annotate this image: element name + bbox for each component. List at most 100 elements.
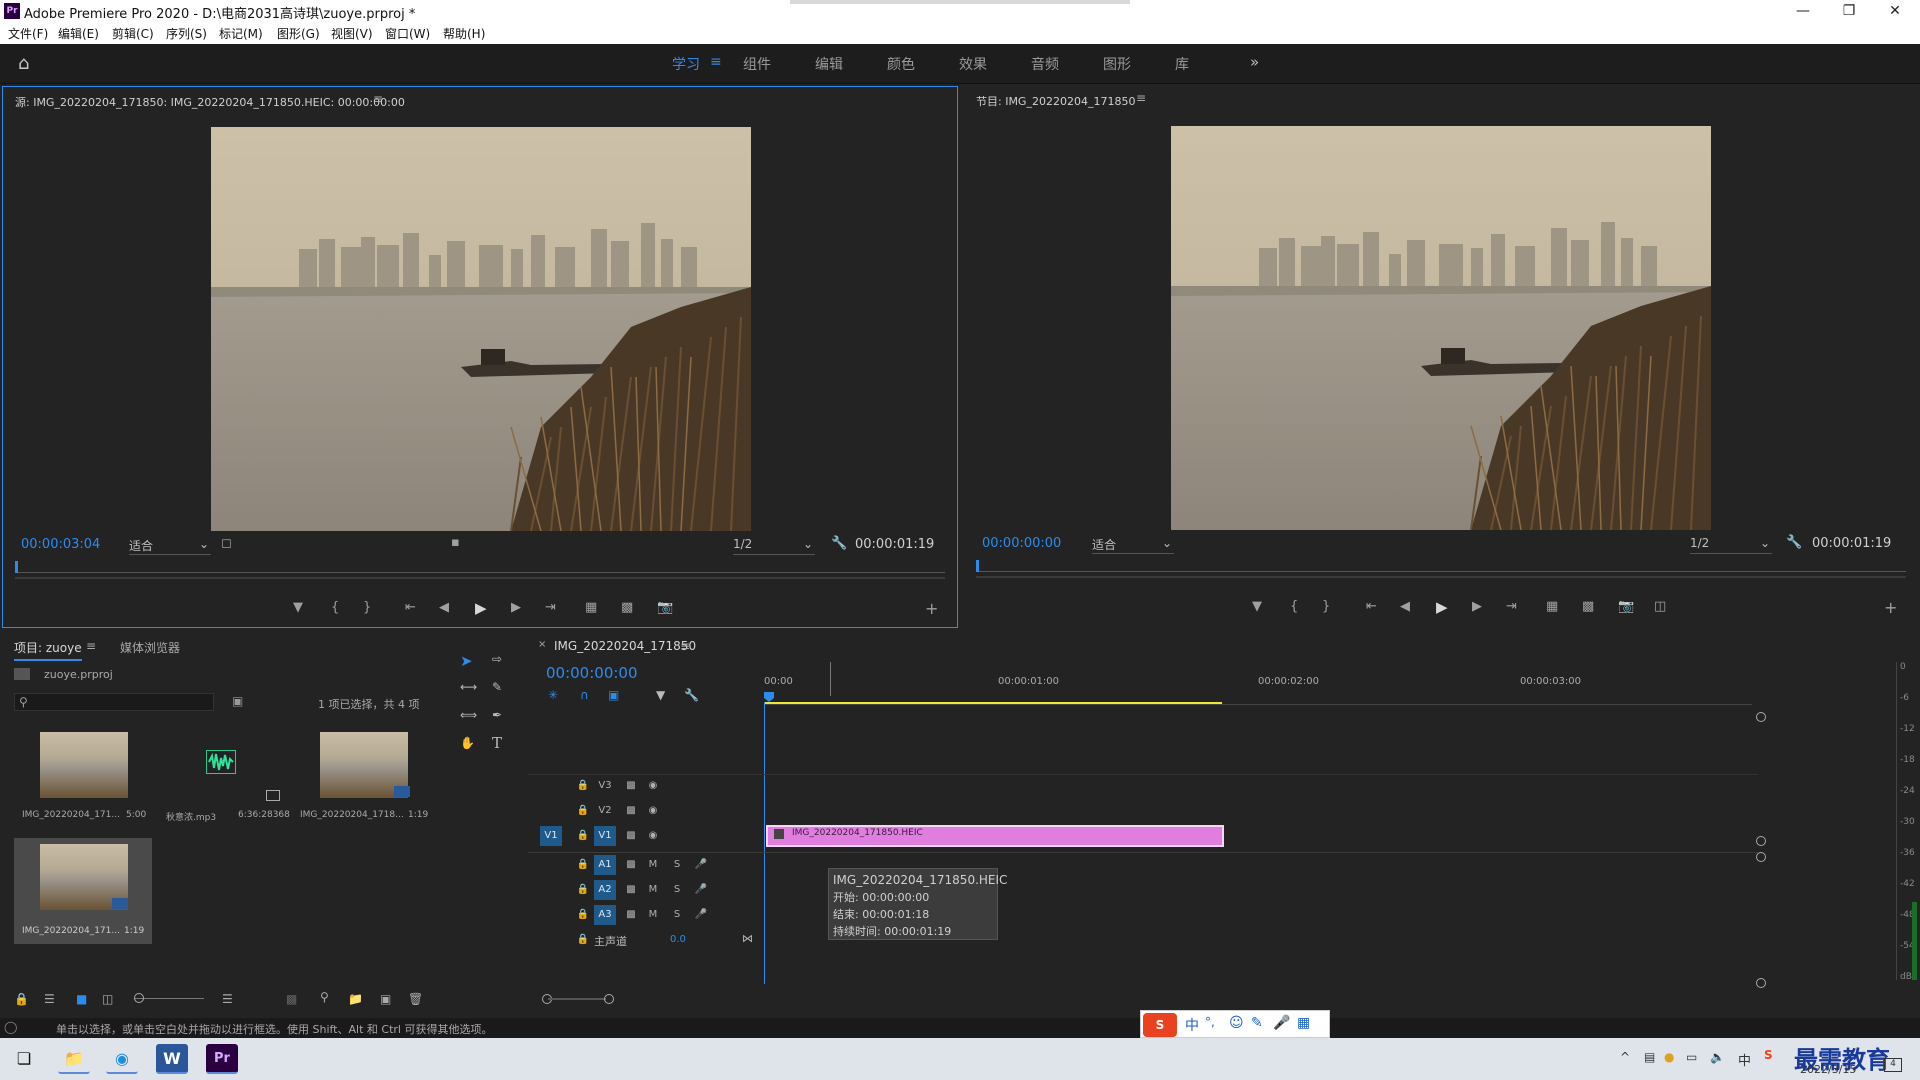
step-forward-icon[interactable]: ▶ xyxy=(1472,599,1482,614)
track-select-tool-icon[interactable]: ⇨ xyxy=(492,652,502,666)
add-marker-icon[interactable]: ▼ xyxy=(656,688,665,702)
mark-in-icon[interactable]: { xyxy=(1290,599,1298,614)
scroll-handle[interactable] xyxy=(1756,852,1766,862)
step-back-icon[interactable]: ◀ xyxy=(1400,599,1410,614)
sync-lock-icon[interactable]: ▩ xyxy=(620,855,642,875)
menu-sequence[interactable]: 序列(S) xyxy=(166,25,207,42)
step-back-icon[interactable]: ◀ xyxy=(439,600,449,615)
list-view-icon[interactable]: ☰ xyxy=(44,992,55,1006)
premiere-taskbar-icon[interactable]: Pr xyxy=(206,1044,238,1074)
scroll-handle[interactable] xyxy=(1756,712,1766,722)
close-icon[interactable]: ✕ xyxy=(1872,0,1918,22)
find-icon[interactable]: ⚲ xyxy=(320,990,329,1004)
source-time-ruler[interactable] xyxy=(15,559,945,573)
nest-icon[interactable]: ✳ xyxy=(548,688,558,702)
overwrite-icon[interactable]: ▩ xyxy=(621,600,633,615)
mute-button[interactable]: M xyxy=(642,855,664,875)
solo-button[interactable]: S xyxy=(666,905,688,925)
project-item[interactable]: 秋意浓.mp3 6:36:28368 xyxy=(154,726,292,838)
playhead-line[interactable] xyxy=(764,702,765,984)
snap-icon[interactable]: ∩ xyxy=(580,688,589,702)
program-timecode[interactable]: 00:00:00:00 xyxy=(982,536,1061,551)
razor-tool-icon[interactable]: ✎ xyxy=(492,680,502,694)
zoom-slider[interactable] xyxy=(134,998,204,999)
project-item-selected[interactable]: IMG_20220204_171... 1:19 xyxy=(14,838,152,944)
scroll-handle[interactable] xyxy=(1756,978,1766,988)
playhead-handle[interactable] xyxy=(764,692,774,702)
microphone-icon[interactable]: 🎤 xyxy=(690,905,712,925)
source-resolution-dropdown[interactable]: 1/2 ⌄ xyxy=(733,537,815,555)
mark-out-icon[interactable]: } xyxy=(1322,599,1330,614)
sort-icons-icon[interactable]: ☰ xyxy=(222,992,233,1006)
mark-in-icon[interactable]: { xyxy=(331,600,339,615)
work-area-bar[interactable] xyxy=(764,702,1222,704)
menu-clip[interactable]: 剪辑(C) xyxy=(112,25,154,42)
timeline-ruler[interactable] xyxy=(764,704,1752,705)
lock-icon[interactable]: 🔒 xyxy=(572,855,594,875)
close-icon[interactable]: × xyxy=(538,639,546,650)
file-explorer-icon[interactable]: 📁 xyxy=(58,1044,90,1074)
comparison-view-icon[interactable]: ◫ xyxy=(1654,599,1666,614)
mute-button[interactable]: M xyxy=(642,880,664,900)
program-time-ruler[interactable] xyxy=(976,558,1906,572)
windows-start-icon[interactable]: ❏ xyxy=(8,1044,40,1074)
solo-button[interactable]: S xyxy=(666,855,688,875)
zoom-slider-handle[interactable] xyxy=(134,993,144,1003)
lock-icon[interactable]: 🔒 xyxy=(572,826,594,846)
tab-effects[interactable]: 效果 xyxy=(959,54,987,74)
mute-button[interactable]: M xyxy=(642,905,664,925)
track-target-v3[interactable]: V3 xyxy=(594,776,616,796)
lift-icon[interactable]: ▦ xyxy=(1546,599,1558,614)
step-forward-icon[interactable]: ▶ xyxy=(511,600,521,615)
emoji-icon[interactable]: ☺ xyxy=(1229,1015,1244,1031)
track-target-a1[interactable]: A1 xyxy=(594,855,616,875)
tab-libraries[interactable]: 库 xyxy=(1175,54,1189,74)
menu-edit[interactable]: 编辑(E) xyxy=(58,25,99,42)
toolbox-icon[interactable]: ▦ xyxy=(1297,1015,1310,1031)
project-item[interactable]: IMG_20220204_1718... 1:19 xyxy=(294,726,432,838)
volume-icon[interactable]: 🔈 xyxy=(1710,1050,1725,1064)
program-fit-dropdown[interactable]: 适合 ⌄ xyxy=(1092,536,1174,554)
sogou-tray-icon[interactable]: S xyxy=(1764,1048,1773,1062)
track-target-v1[interactable]: V1 xyxy=(594,826,616,846)
microphone-icon[interactable]: 🎤 xyxy=(1273,1015,1290,1031)
tab-audio[interactable]: 音频 xyxy=(1031,54,1059,74)
notification-icon[interactable]: 4 xyxy=(1884,1058,1902,1072)
program-zoom-bar[interactable] xyxy=(976,576,1906,578)
add-marker-icon[interactable]: ▼ xyxy=(293,600,303,615)
master-volume-value[interactable]: 0.0 xyxy=(670,934,686,945)
extract-icon[interactable]: ▩ xyxy=(1582,599,1594,614)
tab-media-browser[interactable]: 媒体浏览器 xyxy=(120,639,180,656)
settings-wrench-icon[interactable]: 🔧 xyxy=(1786,535,1802,550)
add-marker-icon[interactable]: ▼ xyxy=(1252,599,1262,614)
tab-menu-icon[interactable]: ≡ xyxy=(710,54,722,70)
panel-menu-icon[interactable]: ≡ xyxy=(373,92,383,106)
freeform-view-icon[interactable]: ◫ xyxy=(102,992,113,1006)
ime-mode-chinese[interactable]: 中 xyxy=(1185,1015,1199,1035)
go-to-end-icon[interactable]: ⋈ xyxy=(742,932,753,945)
menu-graphics[interactable]: 图形(G) xyxy=(277,25,320,42)
solo-button[interactable]: S xyxy=(666,880,688,900)
lock-icon[interactable]: 🔒 xyxy=(572,801,594,821)
marker-drop-icon[interactable]: ▪ xyxy=(451,535,460,550)
panel-menu-icon[interactable]: ≡ xyxy=(1136,91,1146,105)
tab-project[interactable]: 项目: zuoye xyxy=(14,639,82,661)
horizontal-scrollbar[interactable] xyxy=(548,998,606,1000)
tab-graphics[interactable]: 图形 xyxy=(1103,54,1131,74)
panel-menu-icon[interactable]: ≡ xyxy=(86,639,96,653)
panel-menu-icon[interactable]: ≡ xyxy=(680,639,690,653)
timeline-tab[interactable]: IMG_20220204_171850 xyxy=(554,639,696,653)
safe-margins-icon[interactable]: ◻ xyxy=(221,536,232,551)
tab-learn[interactable]: 学习 xyxy=(672,54,700,74)
eye-icon[interactable]: ◉ xyxy=(642,776,664,796)
sync-lock-icon[interactable]: ▩ xyxy=(620,905,642,925)
automate-to-sequence-icon[interactable]: ▩ xyxy=(286,992,297,1006)
new-bin-icon[interactable]: 📁 xyxy=(348,992,363,1006)
pen-tool-icon[interactable]: ✒ xyxy=(492,708,502,722)
restore-icon[interactable]: ❐ xyxy=(1826,0,1872,22)
play-icon[interactable]: ▶ xyxy=(475,599,487,617)
new-item-icon[interactable]: ▣ xyxy=(380,992,391,1006)
lock-icon[interactable]: 🔒 xyxy=(572,905,594,925)
lock-icon[interactable]: 🔒 xyxy=(572,776,594,796)
track-target-a2[interactable]: A2 xyxy=(594,880,616,900)
